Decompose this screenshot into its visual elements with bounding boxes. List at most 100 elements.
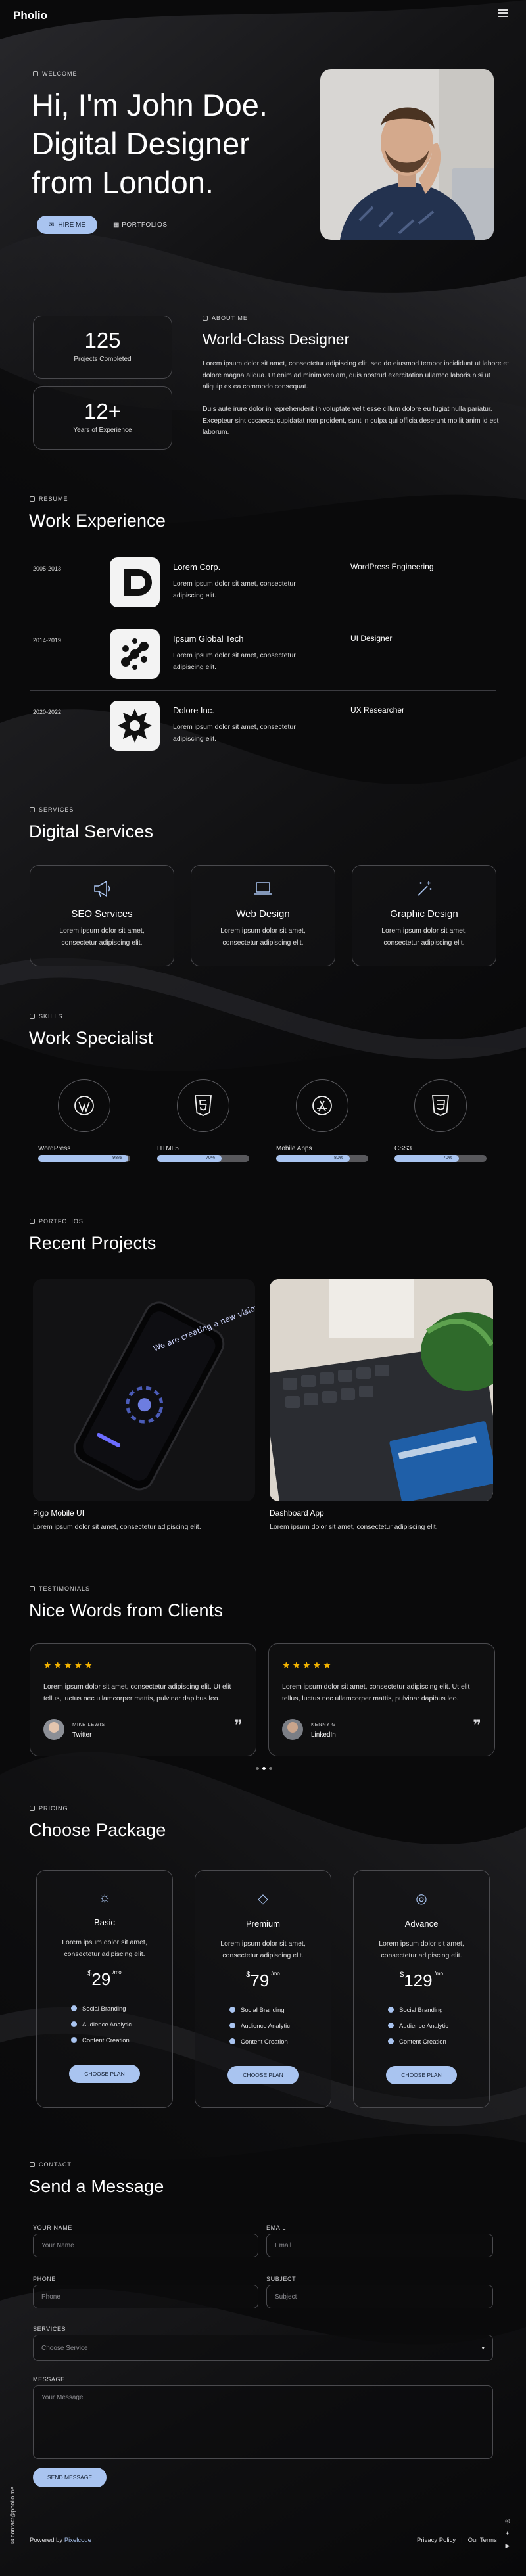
subject-field[interactable]: Subject xyxy=(266,2285,493,2308)
carousel-dot[interactable] xyxy=(256,1767,259,1770)
experience-row: 2020-2022 Dolore Inc. Lorem ipsum dolor … xyxy=(30,691,496,762)
services-field-label: SERVICES xyxy=(33,2326,66,2332)
skill-progress-fill: 98% xyxy=(38,1155,129,1162)
css3-icon xyxy=(414,1079,467,1132)
services-label: SERVICES xyxy=(30,807,74,813)
email-field-label: EMAIL xyxy=(266,2224,287,2231)
testimonial-card: ★★★★★ Lorem ipsum dolor sit amet, consec… xyxy=(268,1643,495,1756)
diamond-icon: ◇ xyxy=(258,1892,268,1906)
skill-progress-track: 80% xyxy=(276,1155,368,1162)
resume-title: Work Experience xyxy=(29,511,166,530)
carousel-dot-active[interactable] xyxy=(262,1767,266,1770)
social-links: ◎ ✦ ▶ xyxy=(505,2517,510,2550)
skills-label: SKILLS xyxy=(30,1013,63,1019)
name-field-label: YOUR NAME xyxy=(33,2224,72,2231)
grid-icon: ▦ xyxy=(113,222,122,229)
megaphone-icon xyxy=(94,880,110,897)
choose-plan-button[interactable]: CHOOSE PLAN xyxy=(69,2065,140,2083)
pixelcode-link[interactable]: Pixelcode xyxy=(64,2537,91,2544)
pricing-title: Choose Package xyxy=(29,1820,166,1840)
youtube-icon[interactable]: ▶ xyxy=(505,2542,510,2550)
choose-plan-button[interactable]: CHOOSE PLAN xyxy=(386,2066,457,2084)
user-icon xyxy=(203,316,208,321)
pricing-card-basic: ☼ Basic Lorem ipsum dolor sit amet, cons… xyxy=(36,1870,173,2108)
phone-field[interactable]: Phone xyxy=(33,2285,258,2308)
magic-wand-icon xyxy=(418,881,432,896)
twitter-icon[interactable]: ✦ xyxy=(505,2530,510,2537)
project-card-pigo[interactable]: We are creating a new vision for your pr… xyxy=(33,1279,255,1501)
feature-list: Social Branding Audience Analytic Conten… xyxy=(388,2003,489,2050)
mail-small-icon: ✉ xyxy=(9,2537,16,2544)
message-textarea[interactable]: Your Message xyxy=(33,2385,493,2459)
menu-icon[interactable] xyxy=(498,9,508,17)
instagram-icon[interactable]: ◎ xyxy=(505,2517,510,2525)
dashboard-laptop-image xyxy=(270,1279,493,1501)
star-outline-icon xyxy=(30,1014,35,1019)
portfolio-title: Recent Projects xyxy=(29,1233,156,1253)
ipsum-global-logo xyxy=(110,629,160,679)
service-card-graphic-design[interactable]: Graphic Design Lorem ipsum dolor sit ame… xyxy=(352,865,496,966)
lorem-corp-logo xyxy=(110,557,160,607)
privacy-policy-link[interactable]: Privacy Policy xyxy=(417,2537,456,2544)
service-card-seo[interactable]: SEO Services Lorem ipsum dolor sit amet,… xyxy=(30,865,174,966)
testimonials-label: TESTIMONIALS xyxy=(30,1585,90,1592)
mail-icon: ✉ xyxy=(48,221,55,229)
sidebar-email-link[interactable]: ✉ contact@pholio.me xyxy=(9,2487,16,2544)
contact-title: Send a Message xyxy=(29,2176,164,2196)
project-name-pigo[interactable]: Pigo Mobile UI xyxy=(33,1509,84,1518)
pigo-phone-image: We are creating a new vision for your pr… xyxy=(33,1279,255,1501)
app-store-icon xyxy=(296,1079,348,1132)
globe-icon: ◎ xyxy=(416,1892,427,1906)
choose-plan-button[interactable]: CHOOSE PLAN xyxy=(227,2066,299,2084)
testimonials-title: Nice Words from Clients xyxy=(29,1601,224,1620)
name-field[interactable]: Your Name xyxy=(33,2234,258,2257)
send-message-button[interactable]: SEND MESSAGE xyxy=(33,2468,107,2487)
hero-label: WELCOME xyxy=(33,70,78,77)
envelope-icon xyxy=(30,2162,35,2167)
feature-list: Social Branding Audience Analytic Conten… xyxy=(229,2003,331,2050)
skill-progress-fill: 70% xyxy=(157,1155,222,1162)
quote-icon: ❞ xyxy=(473,1717,481,1735)
service-card-web-design[interactable]: Web Design Lorem ipsum dolor sit amet, c… xyxy=(191,865,335,966)
avatar xyxy=(282,1719,303,1740)
project-desc-pigo: Lorem ipsum dolor sit amet, consectetur … xyxy=(33,1523,201,1531)
skill-progress-track: 70% xyxy=(157,1155,249,1162)
pricing-card-premium: ◇ Premium Lorem ipsum dolor sit amet, co… xyxy=(195,1870,331,2108)
footer-links: Privacy Policy | Our Terms xyxy=(417,2537,497,2544)
brand-logo[interactable]: Pholio xyxy=(13,9,47,22)
home-icon xyxy=(33,71,38,76)
project-name-dashboard[interactable]: Dashboard App xyxy=(270,1509,324,1518)
message-field-label: MESSAGE xyxy=(33,2376,65,2383)
dolore-inc-logo xyxy=(110,701,160,751)
about-title: World-Class Designer xyxy=(203,331,350,348)
phone-field-label: PHONE xyxy=(33,2276,57,2282)
tag-icon xyxy=(30,1806,35,1811)
skills-title: Work Specialist xyxy=(29,1028,153,1048)
experience-row: 2014-2019 Ipsum Global Tech Lorem ipsum … xyxy=(30,619,496,691)
services-select[interactable]: Choose Service ▾ xyxy=(33,2335,493,2361)
carousel-dot[interactable] xyxy=(269,1767,272,1770)
our-terms-link[interactable]: Our Terms xyxy=(468,2537,497,2544)
footer-powered: Powered by Pixelcode xyxy=(30,2537,92,2544)
portfolios-link[interactable]: ▦ PORTFOLIOS xyxy=(113,222,168,229)
avatar xyxy=(43,1719,64,1740)
project-card-dashboard[interactable] xyxy=(270,1279,493,1501)
wordpress-icon xyxy=(58,1079,110,1132)
quote-icon: ❞ xyxy=(234,1717,243,1735)
about-paragraph-1: Lorem ipsum dolor sit amet, consectetur … xyxy=(203,360,510,390)
email-field[interactable]: Email xyxy=(266,2234,493,2257)
hire-me-button[interactable]: ✉ HIRE ME xyxy=(37,216,97,234)
html5-icon xyxy=(177,1079,229,1132)
experience-row: 2005-2013 Lorem Corp. Lorem ipsum dolor … xyxy=(30,548,496,619)
about-paragraph-2: Duis aute irure dolor in reprehenderit i… xyxy=(203,406,499,436)
stat-card-projects: 125 Projects Completed xyxy=(33,316,172,379)
chat-icon xyxy=(30,1586,35,1591)
skill-progress-track: 98% xyxy=(38,1155,130,1162)
rating-stars: ★★★★★ xyxy=(282,1660,333,1670)
subject-field-label: SUBJECT xyxy=(266,2276,297,2282)
resume-label: RESUME xyxy=(30,496,68,502)
skill-progress-track: 70% xyxy=(394,1155,487,1162)
stat-card-years: 12+ Years of Experience xyxy=(33,386,172,450)
hero-heading: Hi, I'm John Doe. Digital Designer from … xyxy=(32,87,268,200)
bulb-icon: ☼ xyxy=(98,1890,111,1905)
